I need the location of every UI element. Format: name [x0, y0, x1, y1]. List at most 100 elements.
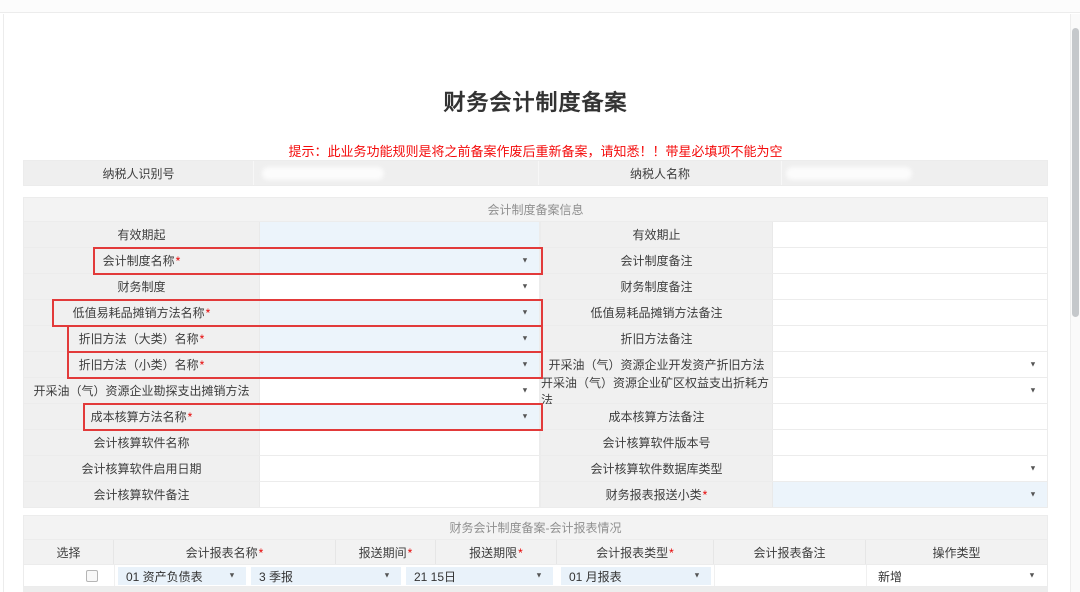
- field-label: 成本核算方法名称*: [91, 408, 193, 425]
- operation-type-select[interactable]: 新增 ▼: [870, 567, 1046, 585]
- field-label: 会计制度备注: [620, 252, 692, 269]
- period-select[interactable]: 3 季报▼: [251, 567, 401, 585]
- form-control-cell: [773, 300, 1047, 325]
- page-title: 财务会计制度备案: [23, 85, 1048, 117]
- selected-value: 01 资产负债表: [126, 568, 203, 585]
- form-label-cell: 低值易耗品摊销方法备注: [540, 300, 773, 325]
- column-header-operation: 操作类型: [866, 540, 1047, 564]
- form-label-cell: 低值易耗品摊销方法名称*: [24, 300, 260, 325]
- scrollbar-track[interactable]: [1070, 14, 1080, 592]
- dropdown-caret-icon: ▼: [228, 572, 235, 580]
- field-label: 财务报表报送小类*: [606, 486, 708, 503]
- taxpayer-id-label: 纳税人识别号: [24, 161, 254, 185]
- accounting-software-remark-input[interactable]: [260, 482, 539, 507]
- cost-accounting-method-select[interactable]: ▼: [260, 404, 539, 429]
- oil-gas-dev-asset-depreciation-select[interactable]: ▼: [773, 352, 1047, 377]
- form-control-cell: ▼: [260, 352, 540, 377]
- accounting-software-start-date-input[interactable]: [260, 456, 539, 481]
- form-control-cell: ▼: [773, 378, 1047, 403]
- accounting-software-version-input[interactable]: [773, 430, 1047, 455]
- selected-value: 21 15日: [414, 568, 456, 585]
- dropdown-caret-icon: ▼: [1029, 387, 1036, 395]
- form-control-cell: [773, 430, 1047, 455]
- oil-gas-exploration-amortization-select[interactable]: ▼: [260, 378, 539, 403]
- dropdown-caret-icon: ▼: [521, 257, 528, 265]
- finance-system-select[interactable]: ▼: [260, 274, 539, 299]
- row-select-checkbox[interactable]: [86, 570, 98, 582]
- top-strip: [0, 0, 1080, 13]
- report-remark-input[interactable]: [716, 567, 864, 585]
- field-label: 纳税人识别号: [102, 165, 174, 182]
- left-border: [3, 14, 4, 592]
- form-label-cell: 成本核算方法备注: [540, 404, 773, 429]
- low-value-amortization-remark-input[interactable]: [773, 300, 1047, 325]
- form-row: 财务制度 ▼ 财务制度备注: [24, 274, 1047, 300]
- cost-accounting-remark-input[interactable]: [773, 404, 1047, 429]
- column-header-period: 报送期间*: [336, 540, 436, 564]
- form-label-cell: 会计制度名称*: [24, 248, 260, 273]
- cell-divider: [114, 565, 115, 586]
- field-label: 会计核算软件备注: [93, 486, 189, 503]
- deadline-select[interactable]: 21 15日 ▼: [406, 567, 553, 585]
- accounting-system-remark-input[interactable]: [773, 248, 1047, 273]
- field-label: 折旧方法（大类）名称*: [79, 330, 205, 347]
- report-type-select[interactable]: 01 月报表▼: [561, 567, 711, 585]
- form-label-cell: 财务制度备注: [540, 274, 773, 299]
- form-label-cell: 折旧方法（大类）名称*: [24, 326, 260, 351]
- filing-info-table: 会计制度备案信息 有效期起 有效期止 会计制度名称* ▼ 会计制度备注 财务制度…: [23, 197, 1048, 508]
- form-label-cell: 开采油（气）资源企业勘探支出摊销方法: [24, 378, 260, 403]
- column-header-deadline: 报送期限*: [436, 540, 557, 564]
- form-control-cell: [773, 222, 1047, 247]
- depreciation-remark-input[interactable]: [773, 326, 1047, 351]
- field-label: 财务制度备注: [620, 278, 692, 295]
- dropdown-caret-icon: ▼: [1029, 491, 1036, 499]
- form-control-cell: [773, 326, 1047, 351]
- field-label: 会计核算软件名称: [93, 434, 189, 451]
- validity-start-input[interactable]: [260, 222, 539, 247]
- form-control-cell: [260, 482, 540, 507]
- column-header-report-type: 会计报表类型*: [557, 540, 714, 564]
- depreciation-method-major-select[interactable]: ▼: [260, 326, 539, 351]
- selected-value: 新增: [878, 568, 902, 585]
- form-label-cell: 开采油（气）资源企业矿区权益支出折耗方法: [540, 378, 773, 403]
- accounting-system-name-select[interactable]: ▼: [260, 248, 539, 273]
- finance-system-remark-input[interactable]: [773, 274, 1047, 299]
- form-row: 折旧方法（小类）名称* ▼ 开采油（气）资源企业开发资产折旧方法 ▼: [24, 352, 1047, 378]
- field-label: 有效期起: [117, 226, 165, 243]
- form-label-cell: 成本核算方法名称*: [24, 404, 260, 429]
- field-label: 开采油（气）资源企业矿区权益支出折耗方法: [541, 374, 772, 408]
- form-control-cell: [260, 222, 540, 247]
- low-value-amortization-method-select[interactable]: ▼: [260, 300, 539, 325]
- accounting-software-database-select[interactable]: ▼: [773, 456, 1047, 481]
- form-control-cell: ▼: [260, 274, 540, 299]
- taxpayer-name-value-masked: [786, 167, 912, 180]
- financial-report-subclass-select[interactable]: ▼: [773, 482, 1047, 507]
- dropdown-caret-icon: ▼: [383, 572, 390, 580]
- dropdown-caret-icon: ▼: [535, 572, 542, 580]
- field-label: 有效期止: [632, 226, 680, 243]
- field-label: 开采油（气）资源企业开发资产折旧方法: [548, 356, 764, 373]
- oil-gas-mining-rights-depletion-select[interactable]: ▼: [773, 378, 1047, 403]
- form-control-cell: ▼: [773, 482, 1047, 507]
- form-control-cell: ▼: [773, 456, 1047, 481]
- form-control-cell: ▼: [260, 326, 540, 351]
- dropdown-caret-icon: ▼: [1028, 572, 1035, 580]
- form-label-cell: 会计制度备注: [540, 248, 773, 273]
- form-control-cell: [773, 274, 1047, 299]
- scrollbar-thumb[interactable]: [1072, 28, 1079, 317]
- validity-end-input[interactable]: [773, 222, 1047, 247]
- form-row: 有效期起 有效期止: [24, 222, 1047, 248]
- form-row: 会计核算软件启用日期 会计核算软件数据库类型 ▼: [24, 456, 1047, 482]
- form-control-cell: [260, 430, 540, 455]
- form-label-cell: 折旧方法（小类）名称*: [24, 352, 260, 377]
- form-control-cell: [260, 456, 540, 481]
- report-name-select[interactable]: 01 资产负债表 ▼: [118, 567, 246, 585]
- accounting-software-name-input[interactable]: [260, 430, 539, 455]
- taxpayer-name-label: 纳税人名称: [539, 161, 782, 185]
- form-row: 折旧方法（大类）名称* ▼ 折旧方法备注: [24, 326, 1047, 352]
- form-label-cell: 会计核算软件名称: [24, 430, 260, 455]
- column-header-select: 选择: [24, 540, 114, 564]
- depreciation-method-minor-select[interactable]: ▼: [260, 352, 539, 377]
- dropdown-caret-icon: ▼: [693, 572, 700, 580]
- form-label-cell: 会计核算软件启用日期: [24, 456, 260, 481]
